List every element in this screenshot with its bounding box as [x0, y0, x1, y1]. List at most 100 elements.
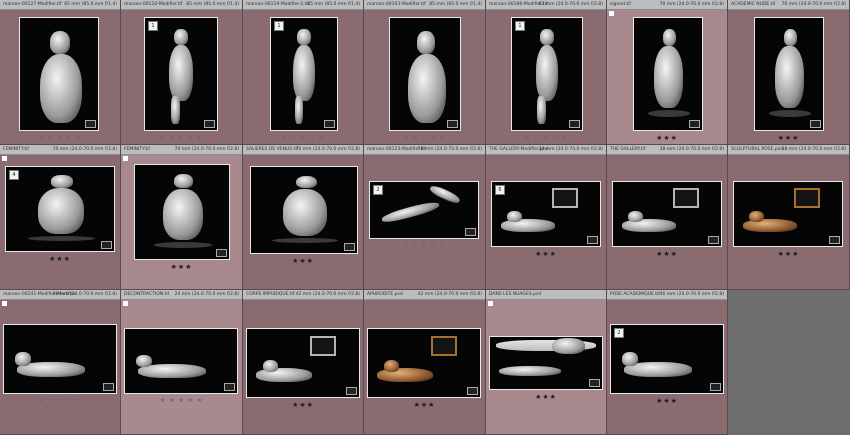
filmstrip-cell[interactable]: maroon-00110-Modifier.tif 85 mm (85.0 mm …	[121, 0, 243, 145]
edit-badge-icon[interactable]	[708, 236, 719, 244]
filmstrip-cell[interactable]: maroon-00186-Modifier.tif 62 mm (24.0-70.…	[486, 0, 607, 145]
stack-count-badge[interactable]: 1	[515, 21, 525, 31]
figure-shape	[540, 29, 554, 45]
edit-badge-icon[interactable]	[344, 243, 355, 251]
photo-thumbnail[interactable]	[125, 329, 237, 393]
filmstrip-cell[interactable]: ACADEMIC NUDE.tif 70 mm (24.0-70.0 mm f/2…	[728, 0, 850, 145]
picture-frame	[309, 335, 337, 357]
filmstrip-cell[interactable]: SALIERES DE VENUS.tif 70 mm (24.0-70.0 mm…	[243, 145, 364, 290]
edit-badge-icon[interactable]	[710, 383, 721, 391]
photo-thumbnail[interactable]	[755, 18, 823, 130]
star-rating[interactable]: ★★★	[607, 134, 727, 142]
edit-badge-icon[interactable]	[101, 241, 112, 249]
photo-thumbnail[interactable]	[247, 329, 359, 397]
star-rating[interactable]: ★★★	[121, 263, 242, 271]
stack-count-badge[interactable]: 2	[614, 328, 624, 338]
photo-thumbnail[interactable]	[613, 182, 721, 246]
photo-thumbnail[interactable]	[135, 165, 229, 259]
edit-badge-icon[interactable]	[587, 236, 598, 244]
edit-badge-icon[interactable]	[810, 120, 821, 128]
edit-badge-icon[interactable]	[224, 383, 235, 391]
filmstrip-cell[interactable]: maroon-00241-Modifier-Modifier.tif 38 mm …	[0, 290, 121, 435]
photo-thumbnail[interactable]	[490, 337, 602, 389]
star-rating[interactable]: ★★★	[486, 250, 606, 258]
pick-flag-icon[interactable]	[609, 11, 614, 16]
figure-shape	[628, 210, 644, 223]
edit-badge-icon[interactable]	[447, 120, 458, 128]
star-rating[interactable]: ★ ★ ★ ★ ★	[364, 242, 485, 249]
cell-header: ACADEMIC NUDE.tif 70 mm (24.0-70.0 mm f/2…	[728, 0, 849, 10]
edit-badge-icon[interactable]	[829, 236, 840, 244]
filmstrip-cell[interactable]: maroon-00127-Modifier.tif 85 mm (85.0 mm …	[0, 0, 121, 145]
star-rating[interactable]: ★★★	[364, 401, 485, 409]
stack-count-badge[interactable]: 2	[373, 185, 383, 195]
filmstrip-cell[interactable]: SCULPTURAL POSE.psd 38 mm (24.0-70.0 mm f…	[728, 145, 850, 290]
filmstrip-cell[interactable]: FEMINITY.tif 70 mm (24.0-70.0 mm f/2.8) 4 ★…	[0, 145, 121, 290]
edit-badge-icon[interactable]	[216, 249, 227, 257]
filmstrip-cell[interactable]: maroon-00119-Modifier-2.tif 85 mm (85.0 m…	[243, 0, 364, 145]
filmstrip-cell[interactable]: POSE ACADEMIQUE.tif 46 mm (24.0-70.0 mm f…	[607, 290, 728, 435]
photo-thumbnail[interactable]	[4, 325, 116, 393]
photo-thumbnail[interactable]	[20, 18, 98, 130]
star-rating[interactable]: ★ ★ ★ ★ ★	[486, 134, 606, 141]
filmstrip-cell[interactable]: FEMINITY.tif 70 mm (24.0-70.0 mm f/2.8) ★★…	[121, 145, 243, 290]
photo-thumbnail[interactable]	[368, 329, 480, 397]
photo-thumbnail[interactable]: 4	[6, 167, 114, 251]
photo-thumbnail[interactable]: 2	[611, 325, 723, 393]
edit-badge-icon[interactable]	[103, 383, 114, 391]
photo-thumbnail[interactable]: 1	[271, 18, 337, 130]
pick-flag-icon[interactable]	[488, 301, 493, 306]
photo-thumbnail[interactable]	[251, 167, 357, 253]
filmstrip-cell[interactable]: CORPS IMPUDIQUE.tif 42 mm (24.0-70.0 mm f…	[243, 290, 364, 435]
filmstrip-cell[interactable]: DECONTRACTION.tif 24 mm (24.0-70.0 mm f/2…	[121, 290, 243, 435]
cell-header: maroon-00186-Modifier.tif 62 mm (24.0-70.…	[486, 0, 606, 10]
stack-count-badge[interactable]: 6	[495, 185, 505, 195]
edit-badge-icon[interactable]	[589, 379, 600, 387]
star-rating[interactable]: ★ ★ ★ ★ ★	[0, 397, 120, 404]
star-rating[interactable]: ★★★	[728, 134, 849, 142]
star-rating[interactable]: ★★★	[243, 401, 363, 409]
pick-flag-icon[interactable]	[123, 156, 128, 161]
photo-thumbnail[interactable]: 2	[370, 182, 478, 238]
edit-badge-icon[interactable]	[324, 120, 335, 128]
filmstrip-cell[interactable]: maroon-00123-Modifier.tif 78 mm (24.0-70.…	[364, 145, 486, 290]
photo-thumbnail[interactable]	[634, 18, 702, 130]
star-rating[interactable]: ★★★	[728, 250, 849, 258]
photo-thumbnail[interactable]: 6	[492, 182, 600, 246]
filmstrip-cell[interactable]: THE GALLERY-Modifier.psd 38 mm (24.0-70.0…	[486, 145, 607, 290]
star-rating[interactable]: ★ ★ ★ ★ ★	[364, 134, 485, 141]
edit-badge-icon[interactable]	[467, 387, 478, 395]
star-rating[interactable]: ★★★	[0, 255, 120, 263]
figure-shape	[662, 29, 677, 46]
filmstrip-cell[interactable]: maroon-00103-Modifier.tif 85 mm (85.0 mm …	[364, 0, 486, 145]
edit-badge-icon[interactable]	[569, 120, 580, 128]
edit-badge-icon[interactable]	[204, 120, 215, 128]
edit-badge-icon[interactable]	[465, 228, 476, 236]
photo-thumbnail[interactable]	[734, 182, 842, 246]
star-rating[interactable]: ★★★	[607, 250, 727, 258]
photo-thumbnail[interactable]: 1	[145, 18, 217, 130]
edit-badge-icon[interactable]	[689, 120, 700, 128]
pick-flag-icon[interactable]	[123, 301, 128, 306]
edit-badge-icon[interactable]	[85, 120, 96, 128]
stack-count-badge[interactable]: 4	[9, 170, 19, 180]
lens-info: 70 mm (24.0-70.0 mm f/2.8)	[174, 147, 239, 152]
filmstrip-cell[interactable]: APHRODITE.psd 42 mm (24.0-70.0 mm f/2.8) ★…	[364, 290, 486, 435]
filmstrip-cell[interactable]: DANS LES NUAGES.psd ★★★	[486, 290, 607, 435]
photo-thumbnail[interactable]: 1	[512, 18, 582, 130]
star-rating[interactable]: ★ ★ ★ ★ ★	[121, 134, 242, 141]
stack-count-badge[interactable]: 1	[274, 21, 284, 31]
star-rating[interactable]: ★★★	[486, 393, 606, 401]
star-rating[interactable]: ★ ★ ★ ★ ★	[243, 134, 363, 141]
edit-badge-icon[interactable]	[346, 387, 357, 395]
filmstrip-cell[interactable]: signed.tif 70 mm (24.0-70.0 mm f/2.8) ★★★	[607, 0, 728, 145]
star-rating[interactable]: ★ ★ ★ ★ ★	[121, 397, 242, 404]
star-rating[interactable]: ★★★	[607, 397, 727, 405]
star-rating[interactable]: ★ ★ ★ ★ ★	[0, 134, 120, 141]
photo-thumbnail[interactable]	[390, 18, 460, 130]
stack-count-badge[interactable]: 1	[148, 21, 158, 31]
filmstrip-cell[interactable]: THE GALLERY.tif 38 mm (24.0-70.0 mm f/2.8…	[607, 145, 728, 290]
star-rating[interactable]: ★★★	[243, 257, 363, 265]
pick-flag-icon[interactable]	[2, 156, 7, 161]
pick-flag-icon[interactable]	[2, 301, 7, 306]
